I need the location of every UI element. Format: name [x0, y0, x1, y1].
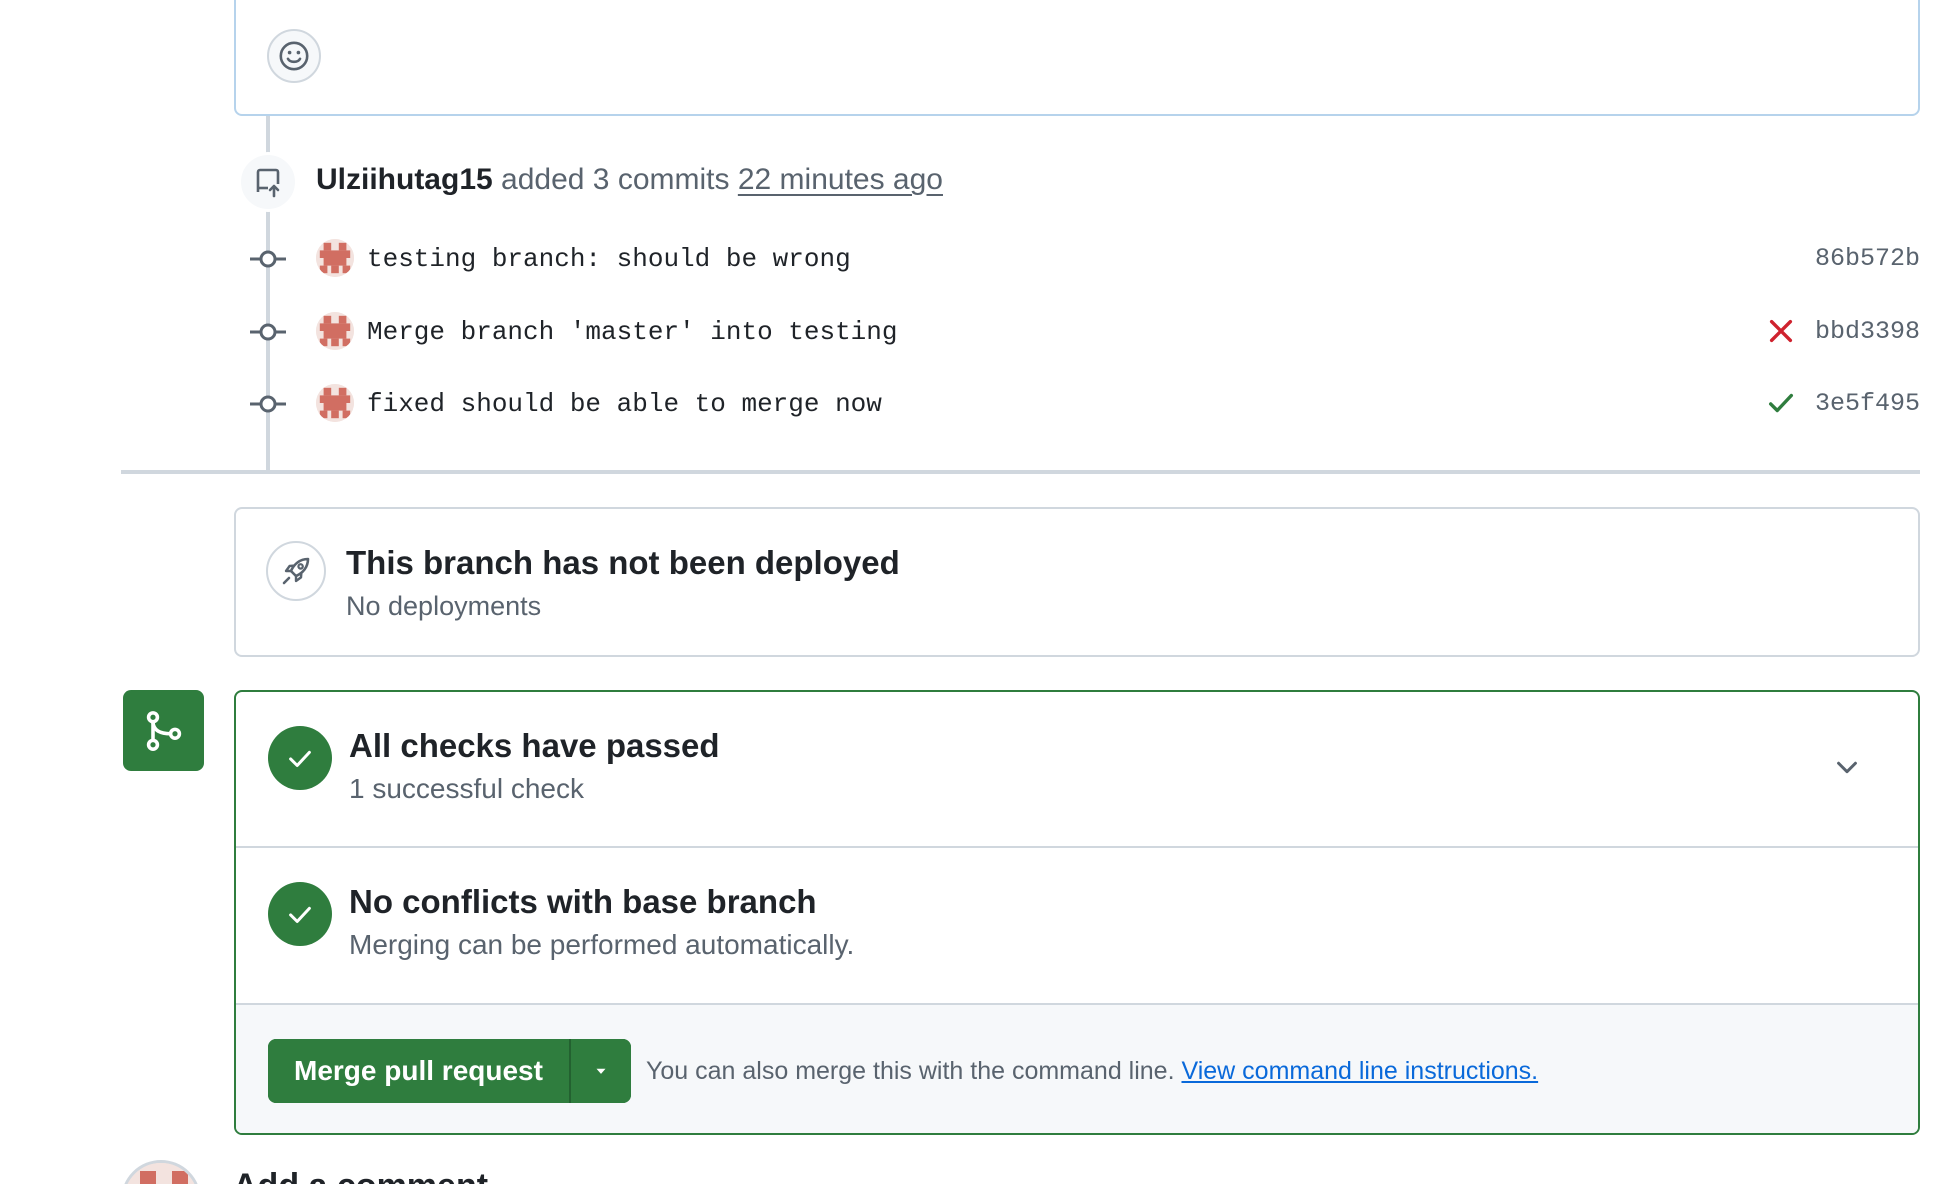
- add-reaction-button[interactable]: [267, 29, 321, 83]
- avatar[interactable]: [316, 312, 354, 350]
- merge-actions: Merge pull request You can also merge th…: [236, 1005, 1918, 1133]
- add-comment-heading: Add a comment: [233, 1164, 488, 1184]
- merge-method-dropdown[interactable]: [568, 1039, 631, 1103]
- chevron-down-icon[interactable]: [1832, 752, 1862, 782]
- avatar[interactable]: [316, 239, 354, 277]
- push-time-link[interactable]: 22 minutes ago: [738, 163, 943, 196]
- commit-sha-link[interactable]: bbd3398: [1815, 314, 1920, 350]
- commit-message-link[interactable]: fixed should be able to merge now: [367, 386, 882, 422]
- commit-row: fixed should be able to merge now 3e5f49…: [248, 384, 1920, 424]
- triangle-down-icon: [596, 1068, 606, 1074]
- merge-hint: You can also merge this with the command…: [646, 1053, 1538, 1089]
- repo-push-icon: [256, 168, 280, 198]
- conflicts-subtitle: Merging can be performed automatically.: [349, 929, 855, 960]
- author-link[interactable]: Ulziihutag15: [316, 163, 493, 196]
- check-icon: [289, 750, 311, 767]
- merge-pull-request-button[interactable]: Merge pull request: [268, 1039, 569, 1103]
- x-icon[interactable]: [1766, 316, 1796, 346]
- conflicts-section: No conflicts with base branch Merging ca…: [236, 848, 1918, 1005]
- commit-node-icon: [250, 323, 286, 341]
- commit-message-link[interactable]: testing branch: should be wrong: [367, 241, 851, 277]
- merge-hint-text: You can also merge this with the command…: [646, 1057, 1175, 1085]
- check-icon[interactable]: [1766, 388, 1796, 418]
- no-conflicts-badge: [268, 882, 332, 946]
- deployment-title: This branch has not been deployed: [346, 544, 900, 581]
- timeline-divider: [121, 470, 1920, 474]
- avatar[interactable]: [316, 384, 354, 422]
- merge-box: All checks have passed 1 successful chec…: [234, 690, 1920, 1135]
- commit-message-link[interactable]: Merge branch 'master' into testing: [367, 314, 898, 350]
- comment-box: [234, 0, 1920, 116]
- command-line-instructions-link[interactable]: View command line instructions.: [1181, 1057, 1538, 1085]
- conflicts-title: No conflicts with base branch: [349, 883, 817, 920]
- merge-button-group: Merge pull request: [268, 1039, 631, 1103]
- git-merge-icon: [146, 710, 181, 751]
- push-event-text: Ulziihutag15 added 3 commits 22 minutes …: [316, 160, 943, 200]
- commit-node-icon: [250, 250, 286, 268]
- commit-sha-link[interactable]: 3e5f495: [1815, 386, 1920, 422]
- checks-title: All checks have passed: [349, 727, 720, 764]
- deployment-subtitle: No deployments: [346, 591, 542, 621]
- smiley-icon: [279, 41, 309, 71]
- checks-subtitle: 1 successful check: [349, 773, 584, 804]
- deployment-badge: [266, 541, 326, 601]
- merge-status-badge: [123, 690, 204, 771]
- push-event-badge: [238, 152, 298, 212]
- commit-row: Merge branch 'master' into testing bbd33…: [248, 312, 1920, 352]
- commit-sha-link[interactable]: 86b572b: [1815, 241, 1920, 277]
- commit-node-icon: [250, 395, 286, 413]
- checks-passed-badge: [268, 726, 332, 790]
- commit-row: testing branch: should be wrong 86b572b: [248, 239, 1920, 279]
- check-icon: [289, 906, 311, 923]
- avatar: [121, 1160, 201, 1184]
- rocket-icon: [282, 557, 310, 585]
- checks-section[interactable]: All checks have passed 1 successful chec…: [236, 692, 1918, 848]
- push-action: added 3 commits: [501, 163, 730, 196]
